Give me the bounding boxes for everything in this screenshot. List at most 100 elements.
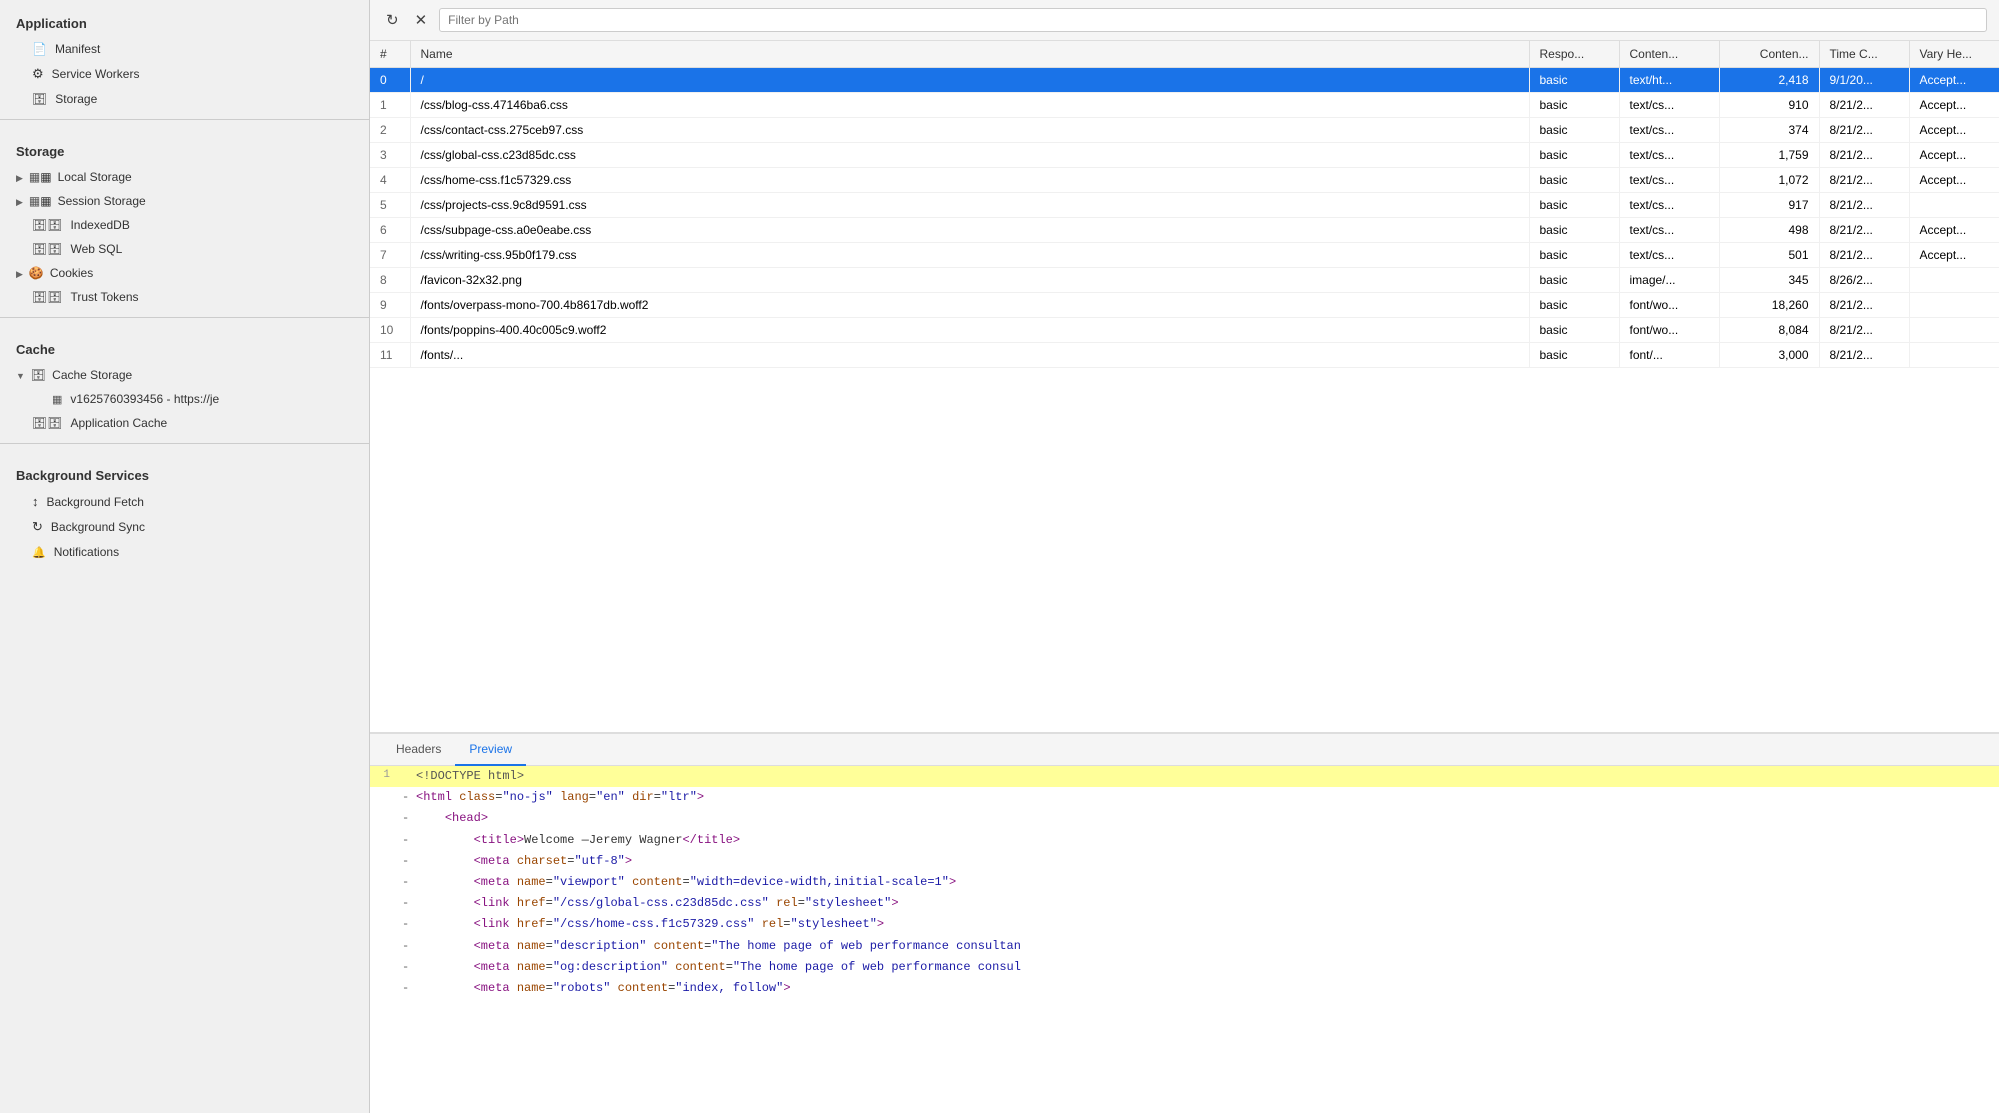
table-row[interactable]: 0 / basic text/ht... 2,418 9/1/20... Acc… <box>370 68 1999 93</box>
sidebar-item-cache-storage-label: Cache Storage <box>52 368 132 382</box>
table-row[interactable]: 6 /css/subpage-css.a0e0eabe.css basic te… <box>370 218 1999 243</box>
cell-content-type: text/cs... <box>1619 168 1719 193</box>
cell-num: 7 <box>370 243 410 268</box>
sidebar-item-trust-tokens-label: Trust Tokens <box>70 290 138 304</box>
col-header-response: Respo... <box>1529 41 1619 68</box>
sidebar-item-manifest[interactable]: Manifest <box>0 37 369 61</box>
table-header-row: # Name Respo... Conten... Conten... Time… <box>370 41 1999 68</box>
table-row[interactable]: 10 /fonts/poppins-400.40c005c9.woff2 bas… <box>370 318 1999 343</box>
sidebar-item-trust-tokens[interactable]: 🗄 Trust Tokens <box>0 285 369 309</box>
line-content: <!DOCTYPE html> <box>416 767 524 786</box>
sidebar-item-cache-entry[interactable]: ▦ v1625760393456 - https://je <box>0 387 369 411</box>
cell-vary <box>1909 268 1999 293</box>
sidebar-item-application-cache[interactable]: 🗄 Application Cache <box>0 411 369 435</box>
cell-response: basic <box>1529 143 1619 168</box>
sidebar-section-header-cache: Cache <box>0 326 369 363</box>
line-content: <link href="/css/global-css.c23d85dc.css… <box>416 894 899 913</box>
sidebar-item-cookies-label: Cookies <box>50 266 93 280</box>
tab-preview[interactable]: Preview <box>455 734 526 766</box>
cell-response: basic <box>1529 118 1619 143</box>
cell-content-type: font/wo... <box>1619 318 1719 343</box>
cell-num: 6 <box>370 218 410 243</box>
line-content: <title>Welcome —Jeremy Wagner</title> <box>416 831 740 850</box>
cell-response: basic <box>1529 68 1619 93</box>
cell-name: /css/subpage-css.a0e0eabe.css <box>410 218 1529 243</box>
close-button[interactable]: ✕ <box>411 9 432 31</box>
code-line: - <head> <box>370 808 1999 829</box>
preview-content-wrapper: 1 <!DOCTYPE html> - <html class="no-js" lan… <box>370 766 1999 1113</box>
cell-content-length: 345 <box>1719 268 1819 293</box>
sidebar-item-background-fetch[interactable]: ↕ Background Fetch <box>0 489 369 514</box>
sidebar-divider-2 <box>0 317 369 318</box>
code-line: - <meta name="description" content="The … <box>370 936 1999 957</box>
sidebar-item-local-storage[interactable]: ▦ Local Storage <box>0 165 369 189</box>
sidebar-item-session-storage[interactable]: ▦ Session Storage <box>0 189 369 213</box>
cell-num: 4 <box>370 168 410 193</box>
sidebar-item-notifications[interactable]: 🔔 Notifications <box>0 540 369 564</box>
cell-content-length: 498 <box>1719 218 1819 243</box>
sidebar-section-header-application: Application <box>0 0 369 37</box>
sidebar-item-application-cache-label: Application Cache <box>70 416 167 430</box>
table-row[interactable]: 9 /fonts/overpass-mono-700.4b8617db.woff… <box>370 293 1999 318</box>
sidebar-section-storage: Storage ▦ Local Storage ▦ Session Storag… <box>0 128 369 309</box>
sidebar-item-cache-storage[interactable]: 🗄 Cache Storage <box>0 363 369 387</box>
cell-response: basic <box>1529 243 1619 268</box>
line-number: 1 <box>370 767 402 785</box>
table-body: 0 / basic text/ht... 2,418 9/1/20... Acc… <box>370 68 1999 368</box>
line-content: <meta name="description" content="The ho… <box>416 937 1021 956</box>
cell-content-type: image/... <box>1619 268 1719 293</box>
sidebar-item-indexeddb-label: IndexedDB <box>70 218 129 232</box>
table-row[interactable]: 2 /css/contact-css.275ceb97.css basic te… <box>370 118 1999 143</box>
table-row[interactable]: 7 /css/writing-css.95b0f179.css basic te… <box>370 243 1999 268</box>
sidebar-item-web-sql-label: Web SQL <box>70 242 122 256</box>
line-content: <meta charset="utf-8"> <box>416 852 632 871</box>
col-header-num: # <box>370 41 410 68</box>
table-row[interactable]: 11 /fonts/... basic font/... 3,000 8/21/… <box>370 343 1999 368</box>
cell-num: 2 <box>370 118 410 143</box>
cell-name: /fonts/... <box>410 343 1529 368</box>
sidebar-item-background-sync-label: Background Sync <box>51 520 145 534</box>
cell-vary <box>1909 193 1999 218</box>
sidebar-item-web-sql[interactable]: 🗄 Web SQL <box>0 237 369 261</box>
preview-scroll-area[interactable]: 1 <!DOCTYPE html> - <html class="no-js" lan… <box>370 766 1999 1113</box>
grid-icon-session: ▦ <box>29 194 52 208</box>
sidebar-item-storage-app[interactable]: Storage <box>0 87 369 111</box>
sidebar-item-cookies[interactable]: 🍪 Cookies <box>0 261 369 285</box>
sidebar-item-background-sync[interactable]: ↻ Background Sync <box>0 514 369 540</box>
table-row[interactable]: 1 /css/blog-css.47146ba6.css basic text/… <box>370 93 1999 118</box>
cell-time: 8/21/2... <box>1819 143 1909 168</box>
table-row[interactable]: 5 /css/projects-css.9c8d9591.css basic t… <box>370 193 1999 218</box>
cell-time: 8/21/2... <box>1819 168 1909 193</box>
col-header-content-type: Conten... <box>1619 41 1719 68</box>
cell-response: basic <box>1529 268 1619 293</box>
cell-time: 8/21/2... <box>1819 318 1909 343</box>
line-dash: - <box>402 831 416 850</box>
cell-name: /fonts/poppins-400.40c005c9.woff2 <box>410 318 1529 343</box>
code-line: - <title>Welcome —Jeremy Wagner</title> <box>370 830 1999 851</box>
filter-input[interactable] <box>439 8 1987 32</box>
code-line: - <meta name="viewport" content="width=d… <box>370 872 1999 893</box>
sidebar-item-service-workers[interactable]: Service Workers <box>0 61 369 87</box>
db-icon-indexed: 🗄 <box>32 218 62 232</box>
table-row[interactable]: 8 /favicon-32x32.png basic image/... 345… <box>370 268 1999 293</box>
cell-name: / <box>410 68 1529 93</box>
sidebar-item-background-fetch-label: Background Fetch <box>47 495 144 509</box>
cell-content-length: 1,072 <box>1719 168 1819 193</box>
refresh-button[interactable]: ↻ <box>382 9 403 31</box>
gear-icon <box>32 66 44 82</box>
data-table: # Name Respo... Conten... Conten... Time… <box>370 41 1999 368</box>
cell-time: 8/21/2... <box>1819 118 1909 143</box>
sidebar-section-header-background: Background Services <box>0 452 369 489</box>
sidebar-item-indexeddb[interactable]: 🗄 IndexedDB <box>0 213 369 237</box>
cell-name: /css/projects-css.9c8d9591.css <box>410 193 1529 218</box>
cell-num: 0 <box>370 68 410 93</box>
sidebar-item-storage-app-label: Storage <box>55 92 97 106</box>
table-scroll[interactable]: # Name Respo... Conten... Conten... Time… <box>370 41 1999 732</box>
chevron-right-icon-cookies <box>16 266 23 280</box>
cell-time: 8/26/2... <box>1819 268 1909 293</box>
table-row[interactable]: 3 /css/global-css.c23d85dc.css basic tex… <box>370 143 1999 168</box>
line-content: <html class="no-js" lang="en" dir="ltr"> <box>416 788 704 807</box>
table-row[interactable]: 4 /css/home-css.f1c57329.css basic text/… <box>370 168 1999 193</box>
tab-headers[interactable]: Headers <box>382 734 455 766</box>
cell-content-length: 501 <box>1719 243 1819 268</box>
